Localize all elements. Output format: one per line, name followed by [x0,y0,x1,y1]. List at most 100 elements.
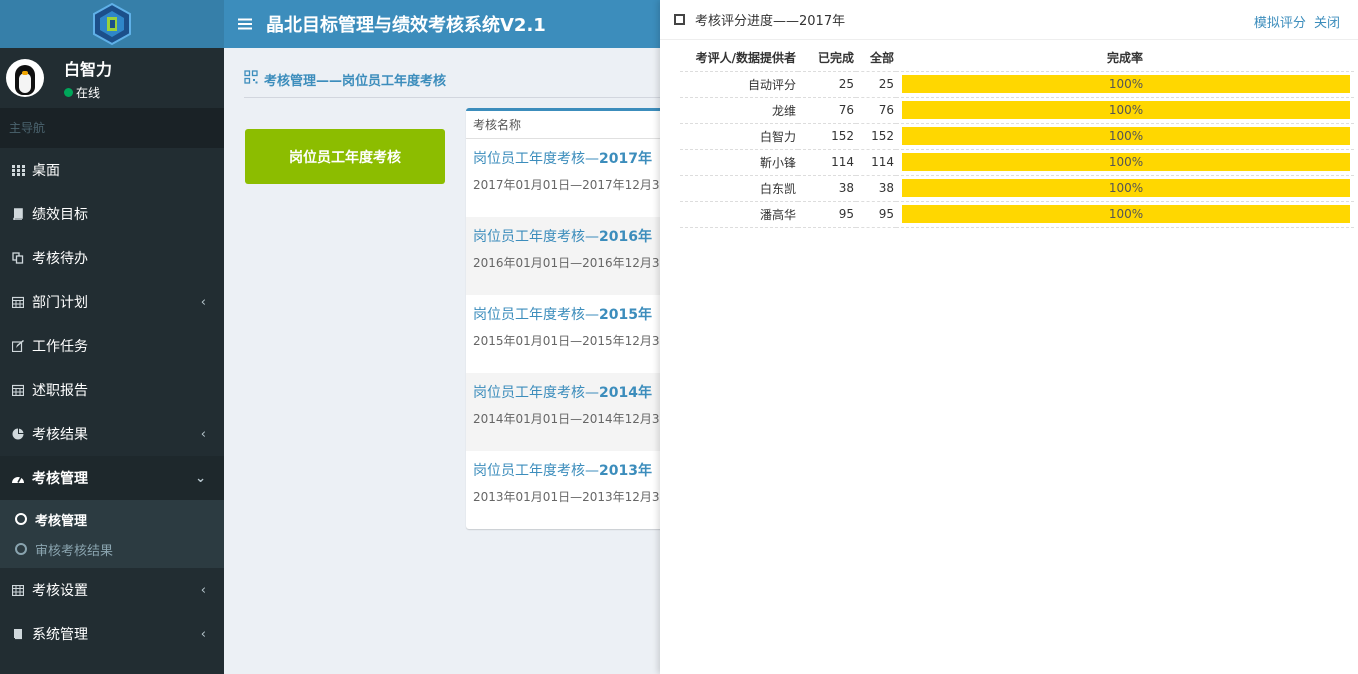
qrcode-icon [244,70,258,84]
sidebar-item-label: 桌面 [32,163,60,179]
list-item[interactable]: 岗位员工年度考核—2015年 2015年01月01日—2015年12月31 [466,295,676,373]
sidebar-item-work-tasks[interactable]: 工作任务 [0,324,224,368]
progress-bar: 100% [902,205,1350,223]
progress-bar: 100% [902,127,1350,145]
dashboard-grid-icon [11,163,25,177]
row-all: 152 [856,123,896,150]
sidebar-item-label: 考核设置 [32,583,88,599]
calendar-icon [11,383,25,397]
panel-actions: 模拟评分 关闭 [1250,12,1340,31]
logo[interactable] [0,0,224,48]
sidebar-item-label: 考核待办 [32,251,88,267]
progress-label: 100% [1108,77,1144,91]
sidebar-item-pending-reviews[interactable]: 考核待办 [0,236,224,280]
table-row: 潘高华 95 95 100% [680,201,1354,228]
close-link[interactable]: 关闭 [1314,16,1340,31]
col-header-done: 已完成 [798,45,856,72]
list-item[interactable]: 岗位员工年度考核—2014年 2014年01月01日—2014年12月31 [466,373,676,451]
list-item-title[interactable]: 岗位员工年度考核—2016年 [473,226,676,246]
annual-review-button[interactable]: 岗位员工年度考核 [245,129,445,184]
submenu-item-review-management[interactable]: 考核管理 [0,504,224,534]
row-name: 自动评分 [680,71,798,98]
submenu-review-management: 考核管理 审核考核结果 [0,500,224,568]
row-done: 76 [798,97,856,124]
row-name: 潘高华 [680,201,798,228]
app-title: 晶北目标管理与绩效考核系统V2.1 [266,15,546,36]
sidebar-item-label: 系统管理 [32,627,88,643]
sidebar-item-reports[interactable]: 述职报告 [0,368,224,412]
list-item-title[interactable]: 岗位员工年度考核—2013年 [473,460,676,480]
avatar[interactable] [6,59,44,97]
chevron-left-icon: ‹ [200,426,206,442]
nav-header: 主导航 [0,108,224,148]
progress-bar: 100% [902,179,1350,197]
table-row: 自动评分 25 25 100% [680,71,1354,98]
progress-label: 100% [1108,103,1144,117]
list-item[interactable]: 岗位员工年度考核—2013年 2013年01月01日—2013年12月31 [466,451,676,529]
progress-bar: 100% [902,75,1350,93]
progress-table: 考评人/数据提供者 已完成 全部 完成率 自动评分 25 25 100% 龙维 … [680,45,1354,228]
panel-header: 考核评分进度——2017年 模拟评分 关闭 [660,0,1358,40]
scoring-progress-panel: 考核评分进度——2017年 模拟评分 关闭 考评人/数据提供者 已完成 全部 完… [660,0,1358,674]
sidebar-item-review-results[interactable]: 考核结果 ‹ [0,412,224,456]
sidebar-item-label: 述职报告 [32,383,88,399]
row-done: 38 [798,175,856,202]
row-all: 38 [856,175,896,202]
list-item-date: 2014年01月01日—2014年12月31 [473,412,668,426]
table-row: 白智力 152 152 100% [680,123,1354,150]
menu-toggle-icon[interactable] [238,14,256,35]
breadcrumb-text[interactable]: 考核管理——岗位员工年度考核 [264,70,446,89]
circle-icon [15,543,27,555]
sidebar-item-label: 工作任务 [32,339,88,355]
app-logo-icon [93,2,131,46]
progress-label: 100% [1108,129,1144,143]
progress-bar: 100% [902,101,1350,119]
user-panel: 白智力 在线 [0,48,224,108]
sidebar-item-system-management[interactable]: 系统管理 ‹ [0,612,224,656]
list-item-date: 2016年01月01日—2016年12月31 [473,256,668,270]
sidebar-item-department-plan[interactable]: 部门计划 ‹ [0,280,224,324]
book-icon [11,627,25,641]
list-item[interactable]: 岗位员工年度考核—2016年 2016年01月01日—2016年12月31 [466,217,676,295]
table-row: 靳小锋 114 114 100% [680,149,1354,176]
row-done: 114 [798,149,856,176]
progress-label: 100% [1108,155,1144,169]
col-header-name: 考评人/数据提供者 [680,45,798,72]
sidebar-item-label: 绩效目标 [32,207,88,223]
dashboard-gauge-icon [11,471,25,485]
sidebar-item-performance-goals[interactable]: 绩效目标 [0,192,224,236]
sidebar-item-label: 部门计划 [32,295,88,311]
list-item-title[interactable]: 岗位员工年度考核—2015年 [473,304,676,324]
list-item[interactable]: 岗位员工年度考核—2017年 2017年01月01日—2017年12月31 [466,139,676,217]
square-icon [674,14,685,25]
table-row: 龙维 76 76 100% [680,97,1354,124]
sidebar-item-desktop[interactable]: 桌面 [0,148,224,192]
progress-bar: 100% [902,153,1350,171]
row-all: 76 [856,97,896,124]
review-list: 考核名称 岗位员工年度考核—2017年 2017年01月01日—2017年12月… [466,108,676,529]
col-header-rate: 完成率 [896,45,1354,72]
sidebar: 白智力 在线 主导航 桌面 绩效目标 考核待办 部门计划 ‹ 工作任务 述职报告… [0,0,224,674]
chevron-left-icon: ‹ [200,582,206,598]
sidebar-item-label: 考核结果 [32,427,88,443]
calendar-icon [11,295,25,309]
row-name: 白智力 [680,123,798,150]
row-name: 白东凯 [680,175,798,202]
table-row: 白东凯 38 38 100% [680,175,1354,202]
submenu-item-label: 审核考核结果 [35,543,114,559]
chevron-left-icon: ‹ [200,626,206,642]
list-item-title[interactable]: 岗位员工年度考核—2017年 [473,148,676,168]
col-header-all: 全部 [856,45,896,72]
progress-label: 100% [1108,207,1144,221]
sidebar-item-review-management[interactable]: 考核管理 ⌄ [0,456,224,500]
sidebar-item-review-settings[interactable]: 考核设置 ‹ [0,568,224,612]
user-status-label: 在线 [76,85,101,100]
copy-icon [11,251,25,265]
simulate-score-link[interactable]: 模拟评分 [1254,16,1306,31]
list-item-title[interactable]: 岗位员工年度考核—2014年 [473,382,676,402]
user-name: 白智力 [64,59,113,79]
submenu-item-audit-results[interactable]: 审核考核结果 [0,534,224,564]
user-status: 在线 [64,84,112,101]
pie-chart-icon [11,427,25,441]
chevron-left-icon: ‹ [200,294,206,310]
